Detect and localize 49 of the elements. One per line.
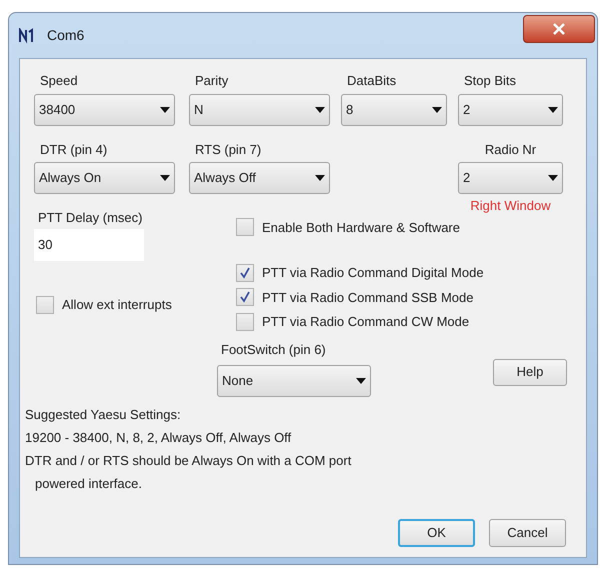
checkbox[interactable] xyxy=(236,218,254,236)
caret-icon xyxy=(315,106,325,112)
dropdown[interactable]: Always Off xyxy=(189,162,330,194)
help-button[interactable]: Help xyxy=(493,358,567,386)
cancel-button[interactable]: Cancel xyxy=(489,519,566,547)
dropdown[interactable]: N xyxy=(189,94,330,126)
note-text: DTR and / or RTS should be Always On with a COM port xyxy=(25,452,352,470)
ok-button[interactable]: OK xyxy=(398,519,475,547)
field-label: Speed xyxy=(40,72,79,90)
radio-note: Right Window xyxy=(470,197,551,215)
field-label: Parity xyxy=(195,72,230,90)
field-label: RTS (pin 7) xyxy=(195,140,262,159)
window-title: Com6 xyxy=(47,26,84,45)
field-label: FootSwitch (pin 6) xyxy=(221,340,327,359)
checkbox[interactable] xyxy=(236,288,254,306)
caret-icon xyxy=(548,106,558,112)
caret-icon xyxy=(160,175,170,181)
checkbox[interactable] xyxy=(236,264,254,282)
checkbox-label: Allow ext interrupts xyxy=(62,296,172,314)
dropdown[interactable]: None xyxy=(217,365,371,397)
dropdown[interactable]: 38400 xyxy=(34,94,175,126)
dropdown[interactable]: 8 xyxy=(341,94,447,126)
close-button[interactable] xyxy=(523,14,595,42)
field-label: PTT Delay (msec) xyxy=(38,208,144,227)
caret-icon xyxy=(548,175,558,181)
caret-icon xyxy=(432,106,442,112)
note-text: powered interface. xyxy=(35,475,143,493)
checkbox-label: PTT via Radio Command SSB Mode xyxy=(262,288,474,306)
checkbox-label: Enable Both Hardware & Software xyxy=(262,218,460,236)
checkbox[interactable] xyxy=(236,312,254,331)
field-label: Radio Nr xyxy=(484,140,536,158)
checkbox-label: PTT via Radio Command CW Mode xyxy=(262,313,470,331)
dropdown[interactable]: Always On xyxy=(34,162,175,194)
field-label: Stop Bits xyxy=(464,72,518,90)
check-icon xyxy=(239,266,251,279)
field-label: DTR (pin 4) xyxy=(40,140,108,159)
caret-icon xyxy=(315,175,325,181)
note-text: 19200 - 38400, N, 8, 2, Always Off, Always Off xyxy=(25,429,292,447)
dropdown[interactable]: 2 xyxy=(458,94,563,126)
checkbox[interactable] xyxy=(36,296,54,314)
input-field[interactable]: 30 xyxy=(34,229,144,261)
caret-icon xyxy=(160,106,170,112)
check-icon xyxy=(239,291,251,304)
checkbox-label: PTT via Radio Command Digital Mode xyxy=(262,264,484,282)
note-text: Suggested Yaesu Settings: xyxy=(25,406,182,424)
caret-icon xyxy=(356,378,366,384)
close-icon xyxy=(553,22,565,34)
field-label: DataBits xyxy=(347,72,398,90)
dropdown[interactable]: 2 xyxy=(458,162,563,194)
